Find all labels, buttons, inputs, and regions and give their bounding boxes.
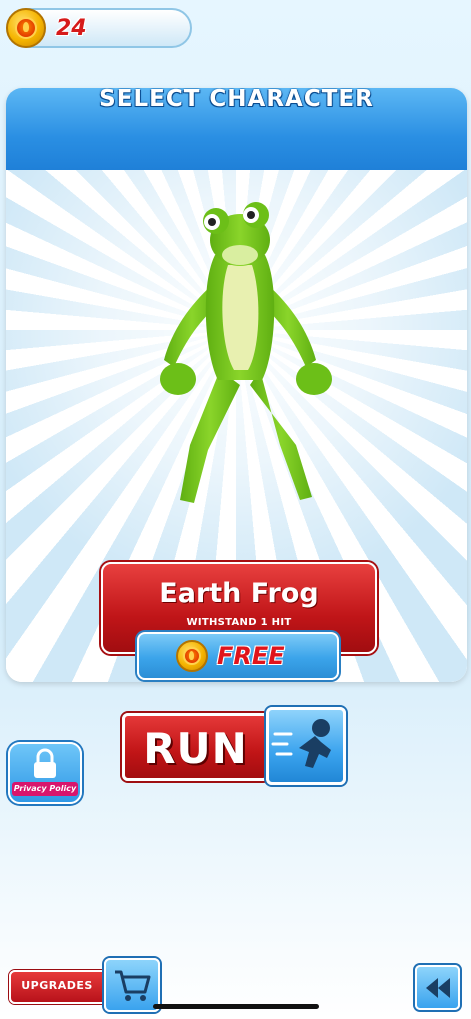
price-button[interactable]: FREE [137, 632, 339, 680]
price-label: FREE [217, 642, 285, 670]
privacy-policy-label: Privacy Policy [12, 782, 78, 796]
run-button[interactable]: RUN [122, 713, 269, 781]
panel-title: SELECT CHARACTER [99, 88, 374, 112]
character-ability: WITHSTAND 1 HIT [186, 617, 292, 628]
run-label: RUN [143, 724, 248, 773]
coin-icon [6, 8, 46, 48]
upgrades-button[interactable]: UPGRADES [9, 970, 111, 1004]
back-button[interactable] [415, 965, 460, 1010]
back-arrow-icon [426, 978, 450, 998]
cart-icon [115, 970, 151, 1001]
lock-icon [34, 748, 56, 778]
coin-icon [176, 640, 208, 672]
character-name: Earth Frog [159, 578, 319, 609]
coin-count: 24 [56, 16, 87, 41]
frog-character[interactable] [150, 115, 340, 515]
home-indicator [153, 1004, 319, 1009]
runner-icon[interactable] [266, 707, 346, 785]
cart-button[interactable] [104, 958, 160, 1012]
privacy-policy-button[interactable]: Privacy Policy [8, 742, 82, 804]
upgrades-label: UPGRADES [21, 979, 93, 992]
coin-counter: 24 [6, 8, 192, 48]
